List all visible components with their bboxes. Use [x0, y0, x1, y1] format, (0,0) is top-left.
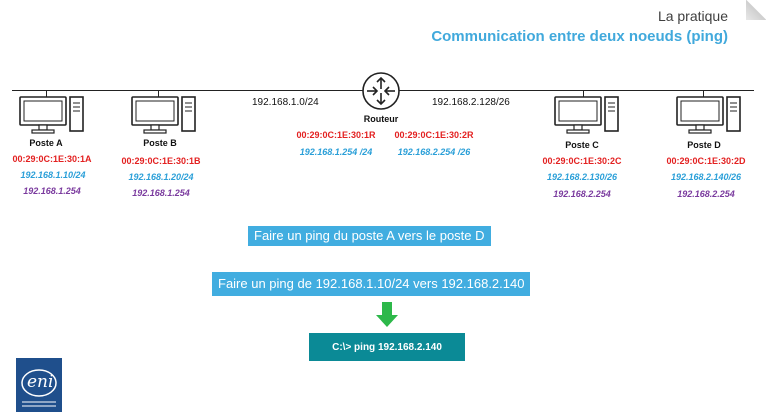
- station-b-mac: 00:29:0C:1E:30:1B: [121, 156, 201, 166]
- station-c-name: Poste C: [565, 140, 599, 150]
- page-subtitle: Communication entre deux noeuds (ping): [431, 28, 728, 45]
- router-left-ip: 192.168.1.254 /24: [299, 147, 373, 157]
- command-box: C:\> ping 192.168.2.140: [309, 333, 465, 361]
- page-corner-fold: [746, 0, 766, 20]
- computer-icon: [554, 96, 619, 134]
- station-c-mac: 00:29:0C:1E:30:2C: [542, 156, 622, 166]
- station-b-name: Poste B: [143, 138, 177, 148]
- station-a-name: Poste A: [29, 138, 63, 148]
- station-b-ip: 192.168.1.20/24: [128, 172, 194, 182]
- station-a-mac: 00:29:0C:1E:30:1A: [12, 154, 92, 164]
- router-name: Routeur: [363, 114, 399, 124]
- station-d-gateway: 192.168.2.254: [677, 189, 735, 199]
- instruction-step1: Faire un ping du poste A vers le poste D: [248, 226, 491, 246]
- station-b-gateway: 192.168.1.254: [132, 188, 190, 198]
- network-left-label: 192.168.1.0/24: [252, 97, 319, 108]
- page-title: La pratique: [657, 8, 728, 24]
- router-right-mac: 00:29:0C:1E:30:2R: [394, 130, 474, 140]
- station-c-ip: 192.168.2.130/26: [546, 172, 618, 182]
- station-a-gateway: 192.168.1.254: [23, 186, 81, 196]
- arrow-down-icon: [376, 302, 398, 327]
- eni-logo-text: eni: [27, 372, 54, 392]
- station-d-ip: 192.168.2.140/26: [670, 172, 742, 182]
- router-left-mac: 00:29:0C:1E:30:1R: [296, 130, 376, 140]
- router-right-ip: 192.168.2.254 /26: [397, 147, 471, 157]
- station-a-ip: 192.168.1.10/24: [20, 170, 86, 180]
- station-d-mac: 00:29:0C:1E:30:2D: [666, 156, 746, 166]
- station-c-gateway: 192.168.2.254: [553, 189, 611, 199]
- computer-icon: [676, 96, 741, 134]
- network-right-label: 192.168.2.128/26: [432, 97, 510, 108]
- computer-icon: [19, 96, 84, 134]
- computer-icon: [131, 96, 196, 134]
- instruction-step2: Faire un ping de 192.168.1.10/24 vers 19…: [212, 272, 531, 296]
- router-icon: [362, 72, 400, 110]
- station-d-name: Poste D: [687, 140, 721, 150]
